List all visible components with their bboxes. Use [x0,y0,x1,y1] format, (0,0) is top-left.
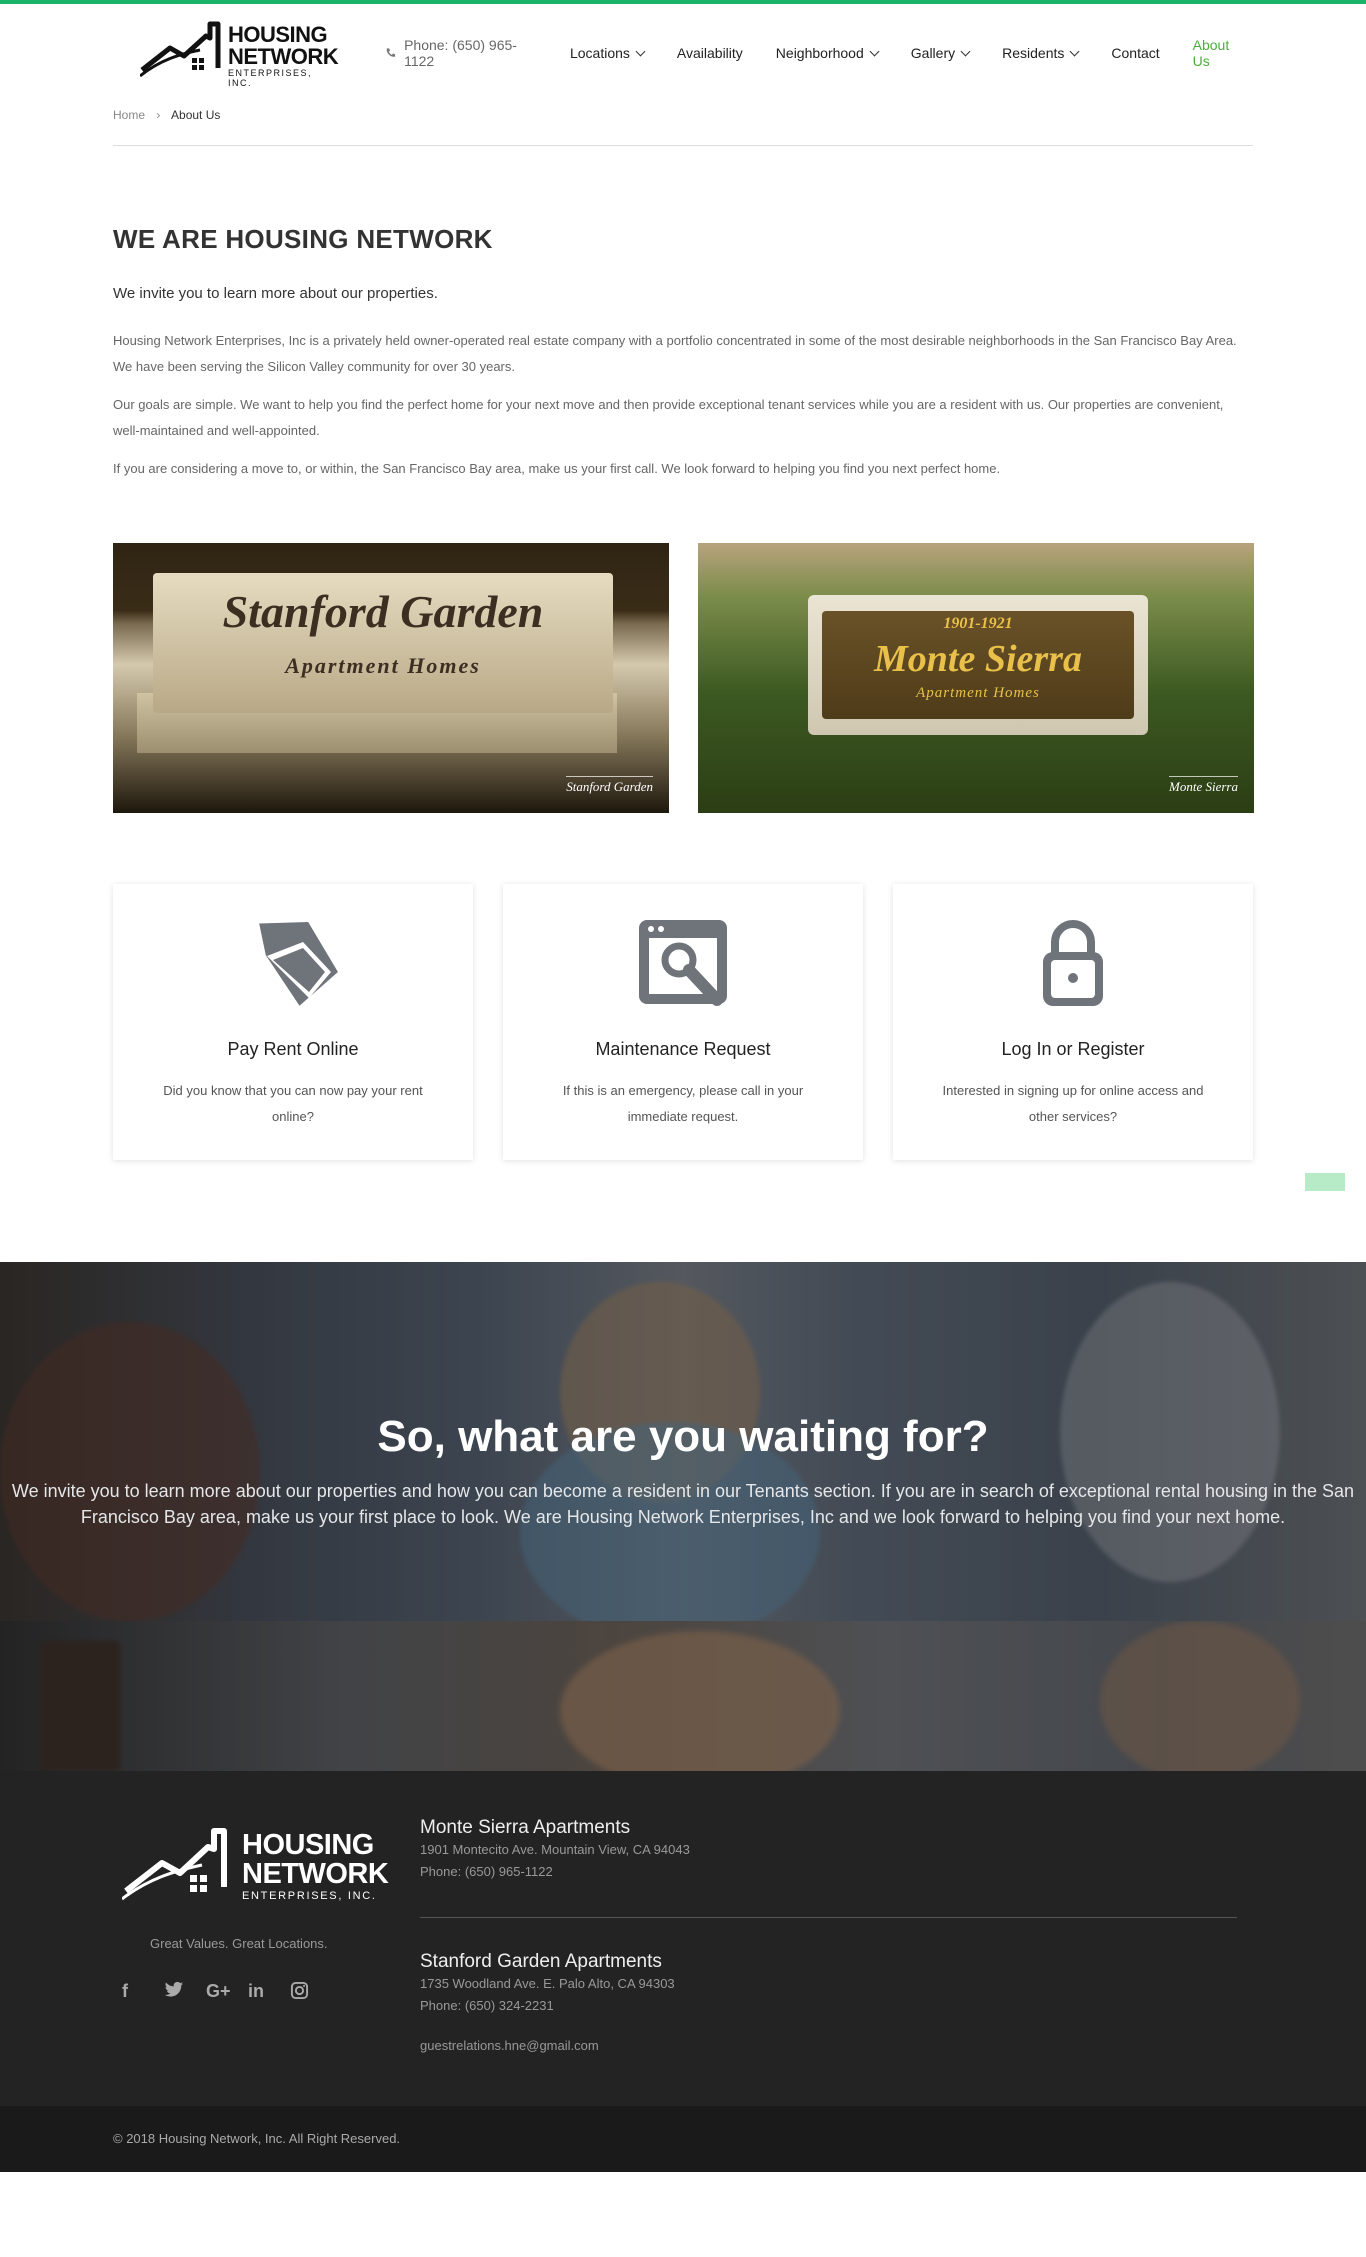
chevron-down-icon [1069,46,1080,56]
footer-logo[interactable]: HOUSING NETWORK ENTERPRISES, INC. [121,1825,389,1902]
lock-icon [1043,920,1103,1006]
intro-lead: We invite you to learn more about our pr… [113,285,438,302]
sign-plate: 1901-1921 Monte Sierra Apartment Homes [822,611,1134,719]
overlay [0,1621,1366,1771]
stanford-sign-text: Stanford Garden [222,586,544,637]
footer-divider [420,1917,1237,1918]
monte-sign-number: 1901-1921 [943,615,1013,632]
location-address: 1901 Montecito Ave. Mountain View, CA 94… [420,1842,690,1857]
location-phone: Phone: (650) 965-1122 [420,1864,553,1879]
copyright-text: © 2018 Housing Network, Inc. All Right R… [113,2131,401,2146]
breadcrumb-home[interactable]: Home [113,108,145,122]
login-text: Interested in signing up for online acce… [942,1083,1204,1124]
nav-about-us[interactable]: About Us [1193,37,1246,69]
facebook-icon[interactable]: f [122,1981,164,2003]
intro-paragraph: Our goals are simple. We want to help yo… [113,397,1224,438]
intro-paragraph: Housing Network Enterprises, Inc is a pr… [113,333,1237,374]
monte-sierra-photo: 1901-1921 Monte Sierra Apartment Homes M… [698,543,1254,813]
location-name[interactable]: Monte Sierra Apartments [420,1817,1237,1839]
cta-text: We invite you to learn more about our pr… [11,1481,1355,1527]
chevron-down-icon [960,46,971,56]
cta-title: So, what are you waiting for? [377,1412,989,1461]
footer-tagline: Great Values. Great Locations. [150,1936,328,1951]
brand-line3: ENTERPRISES, INC. [228,68,313,88]
stanford-watermark: Stanford Garden [566,776,653,795]
page-title: WE ARE HOUSING NETWORK [113,224,493,254]
divider [113,145,1253,146]
site-header: HOUSING NETWORK ENTERPRISES, INC. Phone:… [0,4,1366,90]
maintenance-text: If this is an emergency, please call in … [562,1083,804,1124]
nav-residents[interactable]: Residents [1002,45,1080,61]
twitter-icon[interactable] [164,1981,206,2003]
house-logo-icon [139,21,221,78]
chevron-down-icon [869,46,880,56]
phone-icon [386,48,396,57]
stanford-garden-photo: Stanford Garden Apartment Homes Stanford… [113,543,669,813]
image-band [0,1621,1366,1771]
breadcrumb-separator: › [156,108,161,122]
nav-gallery-label: Gallery [910,45,956,61]
monte-sign-text: Monte Sierra [874,638,1082,680]
site-footer: HOUSING NETWORK ENTERPRISES, INC. Great … [0,1771,1366,2106]
footer-brand-line2: NETWORK [242,1858,389,1890]
wrench-window-icon [639,920,727,1006]
back-to-top-button[interactable] [1305,1173,1345,1191]
nav-locations[interactable]: Locations [569,45,646,61]
nav-about-us-label: About Us [1192,37,1230,69]
nav-residents-label: Residents [1002,45,1065,61]
nav-phone-text: Phone: (650) 965-1122 [404,37,517,69]
nav-contact-label: Contact [1111,45,1160,61]
stanford-sign: Stanford Garden Apartment Homes [153,573,613,713]
main-nav: Phone: (650) 965-1122 Locations Availabi… [385,37,1246,69]
social-links: f G+ in [122,1981,332,2003]
nav-availability-label: Availability [676,45,743,61]
nav-neighborhood[interactable]: Neighborhood [775,45,880,61]
cta-banner: So, what are you waiting for? We invite … [0,1262,1366,1621]
location-name[interactable]: Stanford Garden Apartments [420,1951,1237,1973]
monte-sierra-sign: 1901-1921 Monte Sierra Apartment Homes [808,595,1148,735]
stanford-sign-sub: Apartment Homes [285,653,481,678]
pay-rent-card[interactable]: Pay Rent Online Did you know that you ca… [113,884,473,1160]
location-phone: Phone: (650) 324-2231 [420,1998,554,2013]
login-card[interactable]: Log In or Register Interested in signing… [893,884,1253,1160]
nav-availability[interactable]: Availability [677,45,743,61]
nav-neighborhood-label: Neighborhood [775,45,864,61]
house-logo-icon [121,1828,227,1901]
breadcrumb: Home › About Us [113,108,220,122]
location-stanford-garden: Stanford Garden Apartments 1735 Woodland… [420,1951,1237,2017]
google-plus-icon[interactable]: G+ [206,1981,248,2003]
site-logo[interactable]: HOUSING NETWORK ENTERPRISES, INC. [139,20,339,88]
location-monte-sierra: Monte Sierra Apartments 1901 Montecito A… [420,1817,1237,1883]
monte-sign-sub: Apartment Homes [916,685,1040,701]
footer-email[interactable]: guestrelations.hne@gmail.com [420,2038,599,2053]
service-cards: Pay Rent Online Did you know that you ca… [113,884,1253,1160]
maintenance-title: Maintenance Request [595,1039,771,1059]
copyright-bar: © 2018 Housing Network, Inc. All Right R… [0,2106,1366,2172]
linkedin-icon[interactable]: in [248,1981,290,2003]
maintenance-card[interactable]: Maintenance Request If this is an emerge… [503,884,863,1160]
nav-gallery[interactable]: Gallery [910,45,971,61]
intro-paragraph: If you are considering a move to, or wit… [113,461,1001,476]
nav-phone[interactable]: Phone: (650) 965-1122 [385,37,536,69]
location-address: 1735 Woodland Ave. E. Palo Alto, CA 9430… [420,1976,675,1991]
pay-rent-title: Pay Rent Online [227,1039,359,1059]
footer-brand-line3: ENTERPRISES, INC. [242,1890,377,1902]
chevron-down-icon [635,46,646,56]
property-photos: Stanford Garden Apartment Homes Stanford… [113,543,1254,813]
brand-line2: NETWORK [228,44,339,69]
tag-icon [259,922,338,1006]
footer-brand-line1: HOUSING [242,1829,374,1861]
nav-contact[interactable]: Contact [1111,45,1159,61]
intro-section: WE ARE HOUSING NETWORK We invite you to … [113,224,1253,482]
monte-watermark: Monte Sierra [1169,776,1238,795]
login-title: Log In or Register [1001,1039,1145,1059]
pay-rent-text: Did you know that you can now pay your r… [163,1083,423,1124]
nav-locations-label: Locations [569,45,630,61]
breadcrumb-current: About Us [171,108,221,122]
instagram-icon[interactable] [290,1981,332,2003]
